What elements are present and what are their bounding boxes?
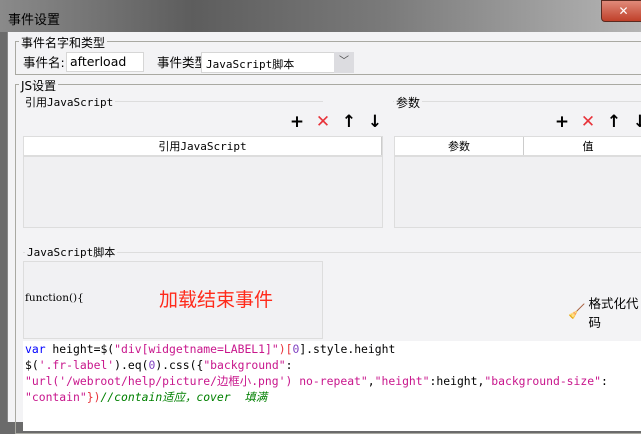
- params-toolbar: + ✕ ↑ ↓: [554, 112, 641, 132]
- code-token: "contain": [25, 390, 87, 404]
- code-token: ].style.height: [299, 342, 396, 356]
- broom-icon: 🧹: [568, 304, 586, 320]
- dialog-body: 事件名字和类型 事件名: afterload 事件类型: JavaScript脚…: [7, 32, 641, 434]
- close-button[interactable]: ✕: [601, 0, 641, 22]
- annotation-text: 加载结束事件: [159, 289, 274, 311]
- function-header: function(){: [25, 292, 84, 304]
- ref-js-title: 引用JavaScript: [23, 94, 116, 110]
- code-token: )[: [278, 342, 293, 356]
- code-line: var height=$("div[widgetname=LABEL1]")[0…: [25, 341, 641, 357]
- add-icon[interactable]: +: [289, 112, 305, 132]
- title-bar: 事件设置 ✕: [0, 0, 641, 32]
- code-token: "url('/webroot/help/picture/边框小.png') no…: [25, 374, 368, 388]
- delete-icon[interactable]: ✕: [315, 112, 331, 132]
- event-name-input[interactable]: afterload: [66, 52, 144, 72]
- code-token: '.fr-label': [38, 358, 115, 372]
- arrow-up-icon[interactable]: ↑: [341, 112, 357, 132]
- chevron-down-icon[interactable]: ﹀: [334, 52, 354, 73]
- format-code-button[interactable]: 🧹 格式化代码: [568, 293, 641, 331]
- column-header-ref-js[interactable]: 引用JavaScript: [24, 137, 382, 155]
- ref-toolbar: + ✕ ↑ ↓: [289, 112, 383, 132]
- code-line: $('.fr-label').eq(0).css({"background":: [25, 357, 641, 373]
- params-table[interactable]: 参数 值: [394, 136, 641, 228]
- code-line: "url('/webroot/help/picture/边框小.png') no…: [25, 373, 641, 389]
- script-title: JavaScript脚本: [25, 244, 118, 260]
- js-group-title: JS设置: [19, 77, 59, 94]
- event-name-label: 事件名:: [23, 55, 65, 70]
- format-code-label: 格式化代码: [588, 296, 639, 330]
- code-token: }): [86, 390, 101, 404]
- code-token: $(: [25, 358, 39, 372]
- code-token: height=$(: [45, 342, 115, 356]
- code-token: //contain适应，cover 填满: [100, 390, 268, 404]
- code-token: "background-size": [484, 374, 601, 388]
- code-token: ,: [367, 374, 375, 388]
- code-token: :height,: [429, 374, 485, 388]
- event-type-select[interactable]: JavaScript脚本: [201, 52, 341, 73]
- arrow-up-icon[interactable]: ↑: [606, 112, 622, 132]
- arrow-down-icon[interactable]: ↓: [632, 112, 641, 132]
- code-token: "div[widgetname=LABEL1]": [114, 342, 279, 356]
- params-title: 参数: [394, 94, 423, 111]
- ref-js-table[interactable]: 引用JavaScript: [23, 136, 383, 228]
- column-header-param[interactable]: 参数: [395, 137, 524, 155]
- event-group-title: 事件名字和类型: [19, 34, 108, 51]
- add-icon[interactable]: +: [554, 112, 570, 132]
- code-editor[interactable]: var height=$("div[widgetname=LABEL1]")[0…: [23, 341, 641, 431]
- function-header-box: function(){ 加载结束事件: [23, 261, 323, 339]
- code-token: ).css({: [155, 358, 204, 372]
- arrow-down-icon[interactable]: ↓: [367, 112, 383, 132]
- column-header-value[interactable]: 值: [524, 137, 641, 155]
- code-token: ).eq(: [114, 358, 149, 372]
- code-token: "height": [374, 374, 430, 388]
- code-token: :: [285, 358, 293, 372]
- code-line: "contain"})//contain适应，cover 填满: [25, 389, 641, 405]
- code-token: :: [600, 374, 608, 388]
- code-token: "background": [203, 358, 286, 372]
- window-title: 事件设置: [8, 13, 61, 28]
- code-token: var: [25, 342, 46, 356]
- delete-icon[interactable]: ✕: [580, 112, 596, 132]
